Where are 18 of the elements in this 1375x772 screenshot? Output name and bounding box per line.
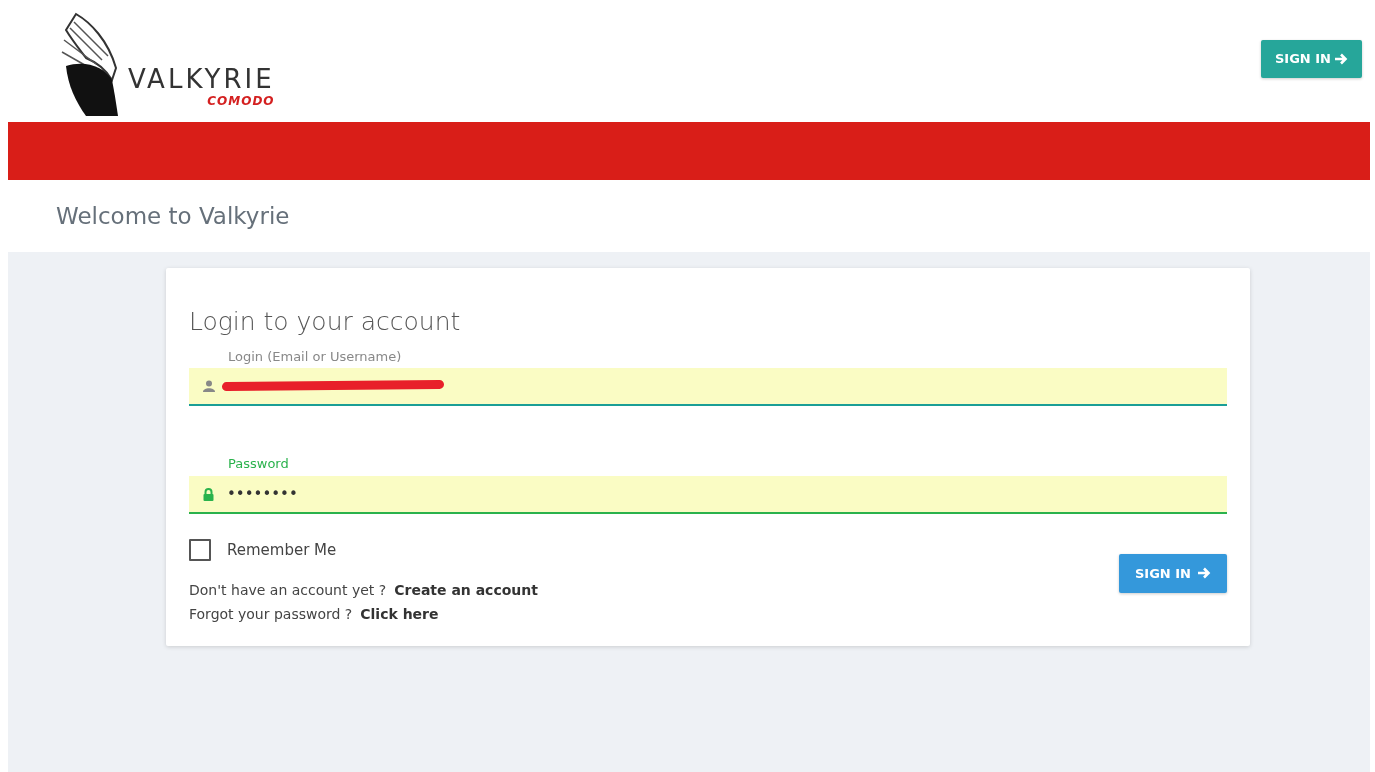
link[interactable]: Click here xyxy=(360,601,439,626)
password-field[interactable]: •••••••• xyxy=(189,475,1227,514)
arrow-right-icon xyxy=(1197,566,1211,581)
field-label: Password xyxy=(227,455,290,473)
prompt-text: Forgot your password ? xyxy=(189,604,353,624)
prompt-text: Don't have an account yet ? xyxy=(189,580,387,600)
logo-subtitle: COMODO xyxy=(206,93,275,110)
arrow-right-icon xyxy=(1334,51,1348,66)
lock-icon xyxy=(203,487,214,501)
page-title: Welcome to Valkyrie xyxy=(56,201,290,231)
remember-checkbox[interactable] xyxy=(189,538,211,561)
login-field[interactable] xyxy=(189,368,1227,406)
remember-label: Remember Me xyxy=(227,539,337,561)
link[interactable]: Create an account xyxy=(394,577,538,602)
user-icon xyxy=(203,380,215,392)
field-label: Login (Email or Username) xyxy=(227,347,403,366)
logo-wordmark: VALKYRIE xyxy=(128,66,275,92)
form-title: Login to your account xyxy=(189,306,462,338)
